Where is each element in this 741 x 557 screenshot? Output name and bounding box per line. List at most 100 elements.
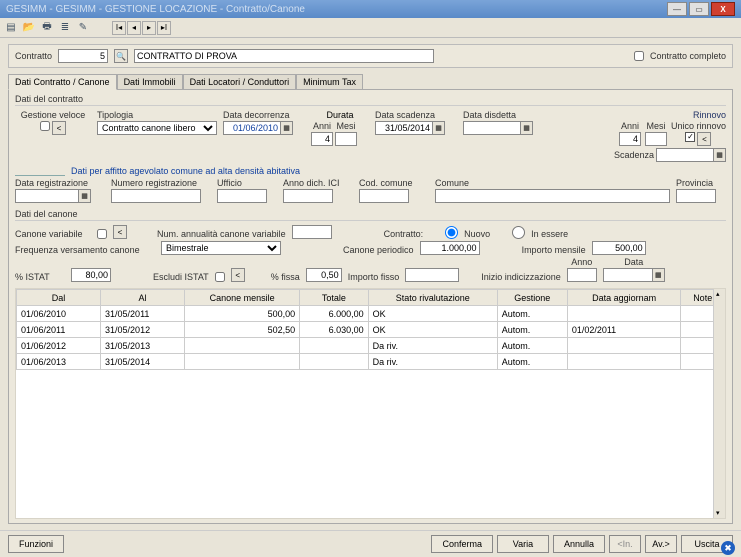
print-icon[interactable]: 🖶: [40, 21, 54, 35]
header-row: Contratto 🔍 Contratto completo: [8, 44, 733, 68]
close-button[interactable]: X: [711, 2, 735, 16]
escludi-istat-checkbox[interactable]: [215, 272, 225, 282]
rinnovo-lt-button[interactable]: <: [697, 132, 711, 146]
minimize-button[interactable]: —: [667, 2, 687, 16]
canone-periodico-input[interactable]: [420, 241, 480, 255]
mesi-input[interactable]: [335, 132, 357, 146]
rinnovo-mesi-input[interactable]: [645, 132, 667, 146]
provincia-input[interactable]: [676, 189, 716, 203]
table-cell: [567, 354, 681, 370]
importo-fisso-label: Importo fisso: [348, 272, 400, 282]
istat-input[interactable]: [71, 268, 111, 282]
data-registrazione-input[interactable]: [15, 189, 79, 203]
table-cell: 31/05/2011: [101, 306, 185, 322]
table-header[interactable]: Stato rivalutazione: [368, 290, 497, 306]
cod-comune-input[interactable]: [359, 189, 409, 203]
inizio-data-input[interactable]: [603, 268, 653, 282]
inizio-anno-input[interactable]: [567, 268, 597, 282]
status-icon: ✖: [721, 541, 735, 555]
titlebar: GESIMM - GESIMM - GESTIONE LOCAZIONE - C…: [0, 0, 741, 18]
contratto-number-input[interactable]: [58, 49, 108, 63]
annulla-button[interactable]: Annulla: [553, 535, 605, 553]
importo-fisso-input[interactable]: [405, 268, 459, 282]
table-row[interactable]: 01/06/201031/05/2011500,006.000,00OKAuto…: [17, 306, 725, 322]
prev-button[interactable]: <In.: [609, 535, 641, 553]
open-icon[interactable]: 📂: [22, 21, 36, 35]
table-header[interactable]: Canone mensile: [185, 290, 300, 306]
tab-dati-immobili[interactable]: Dati Immobili: [117, 74, 183, 90]
contratto-completo-checkbox[interactable]: [634, 51, 644, 61]
table-row[interactable]: 01/06/201131/05/2012502,506.030,00OKAuto…: [17, 322, 725, 338]
window-title: GESIMM - GESIMM - GESTIONE LOCAZIONE - C…: [6, 4, 305, 15]
funzioni-button[interactable]: Funzioni: [8, 535, 64, 553]
istat-label: % ISTAT: [15, 272, 65, 282]
contratto-radio-label: Contratto:: [384, 229, 424, 239]
nuovo-radio[interactable]: [445, 226, 458, 239]
rinnovo-scadenza-input[interactable]: [656, 148, 714, 162]
table-cell: 31/05/2014: [101, 354, 185, 370]
varia-button[interactable]: Varia: [497, 535, 549, 553]
calendar-icon[interactable]: ▦: [79, 189, 91, 203]
comune-input[interactable]: [435, 189, 670, 203]
nav-first[interactable]: I◂: [112, 21, 126, 35]
escludi-lt-button[interactable]: <: [231, 268, 245, 282]
calendar-icon[interactable]: ▦: [653, 268, 665, 282]
scadenza-input[interactable]: [375, 121, 433, 135]
next-button[interactable]: Av.>: [645, 535, 677, 553]
new-icon[interactable]: ▤: [4, 21, 18, 35]
unico-rinnovo-checkbox[interactable]: ✓: [685, 132, 695, 142]
calendar-icon[interactable]: ▦: [714, 148, 726, 162]
canone-variabile-checkbox[interactable]: [97, 229, 107, 239]
numero-registrazione-input[interactable]: [111, 189, 201, 203]
disdetta-input[interactable]: [463, 121, 521, 135]
nav-last[interactable]: ▸I: [157, 21, 171, 35]
anni-input[interactable]: [311, 132, 333, 146]
table-header[interactable]: Totale: [300, 290, 368, 306]
conferma-button[interactable]: Conferma: [431, 535, 493, 553]
decorrenza-input[interactable]: [223, 121, 281, 135]
gestione-veloce-checkbox[interactable]: [40, 121, 50, 131]
tab-dati-locatori[interactable]: Dati Locatori / Conduttori: [183, 74, 297, 90]
frequenza-select[interactable]: Bimestrale: [161, 241, 281, 255]
contratto-desc-input[interactable]: [134, 49, 434, 63]
scrollbar[interactable]: [713, 289, 725, 518]
maximize-button[interactable]: ▭: [689, 2, 709, 16]
importo-mensile-label: Importo mensile: [522, 245, 586, 255]
table-cell: 01/06/2013: [17, 354, 101, 370]
table-header[interactable]: Data aggiornam: [567, 290, 681, 306]
table-cell: Autom.: [497, 306, 567, 322]
nav-next[interactable]: ▸: [142, 21, 156, 35]
anno-label: Anno: [567, 257, 597, 267]
calendar-icon[interactable]: ▦: [433, 121, 445, 135]
num-annualita-input[interactable]: [292, 225, 332, 239]
affitto-agevolato-link[interactable]: Dati per affitto agevolato comune ad alt…: [71, 166, 300, 176]
tool-icon[interactable]: ✎: [76, 21, 90, 35]
fissa-input[interactable]: [306, 268, 342, 282]
tab-minimum-tax[interactable]: Minimum Tax: [296, 74, 363, 90]
table-header[interactable]: Dal: [17, 290, 101, 306]
table-row[interactable]: 01/06/201231/05/2013Da riv.Autom.: [17, 338, 725, 354]
calendar-icon[interactable]: ▦: [521, 121, 533, 135]
inessere-label: In essere: [531, 229, 568, 239]
rinnovo-anni-input[interactable]: [619, 132, 641, 146]
nav-prev[interactable]: ◂: [127, 21, 141, 35]
gestione-lt-button[interactable]: <: [52, 121, 66, 135]
calendar-icon[interactable]: ▦: [281, 121, 293, 135]
importo-mensile-input[interactable]: [592, 241, 646, 255]
list-icon[interactable]: ≣: [58, 21, 72, 35]
canone-lt-button[interactable]: <: [113, 225, 127, 239]
table-header[interactable]: Gestione: [497, 290, 567, 306]
mesi-label: Mesi: [335, 121, 357, 131]
bottom-bar: Funzioni Conferma Varia Annulla <In. Av.…: [0, 530, 741, 557]
nuovo-label: Nuovo: [464, 229, 490, 239]
tipologia-select[interactable]: Contratto canone libero: [97, 121, 217, 135]
tab-dati-contratto[interactable]: Dati Contratto / Canone: [8, 74, 117, 90]
ufficio-input[interactable]: [217, 189, 267, 203]
search-icon[interactable]: 🔍: [114, 49, 128, 63]
inessere-radio[interactable]: [512, 226, 525, 239]
anno-ici-input[interactable]: [283, 189, 333, 203]
table-cell: 500,00: [185, 306, 300, 322]
table-cell: 31/05/2013: [101, 338, 185, 354]
table-header[interactable]: Al: [101, 290, 185, 306]
table-row[interactable]: 01/06/201331/05/2014Da riv.Autom.: [17, 354, 725, 370]
